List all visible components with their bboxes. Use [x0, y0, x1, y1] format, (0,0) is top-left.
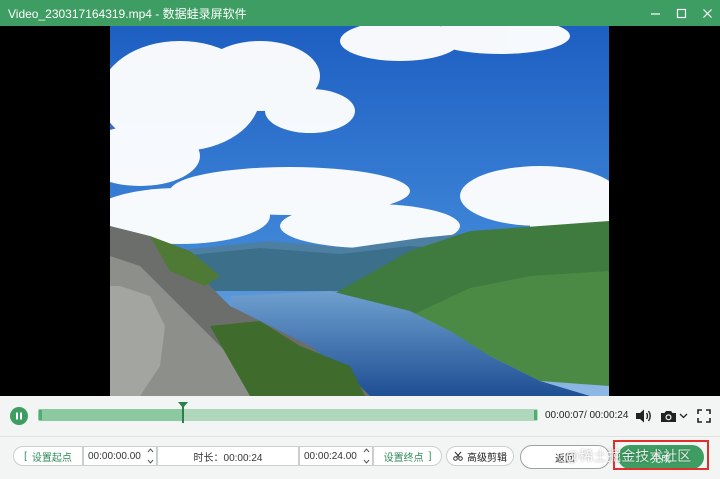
end-time-input[interactable]: 00:00:24.00	[299, 446, 373, 466]
bracket-right-icon: ]	[428, 450, 432, 462]
current-time: 00:00:07	[545, 410, 584, 421]
time-readout: 00:00:07/ 00:00:24	[545, 410, 628, 421]
chevron-down-icon	[679, 413, 688, 418]
advanced-edit-label: 高级剪辑	[467, 452, 507, 464]
set-end-button[interactable]: 设置终点 ]	[373, 446, 442, 466]
advanced-edit-button[interactable]: 高级剪辑	[446, 446, 514, 466]
landscape-image	[110, 26, 609, 396]
screenshot-options-dropdown[interactable]	[679, 407, 688, 424]
close-button[interactable]	[694, 0, 720, 26]
window-title: Video_230317164319.mp4 - 数据蛙录屏软件	[8, 6, 247, 21]
chevron-up-icon	[147, 448, 153, 453]
camera-icon	[661, 410, 676, 422]
minimize-icon	[650, 12, 660, 15]
set-end-label: 设置终点	[383, 452, 424, 464]
start-time-stepper[interactable]	[146, 448, 154, 464]
scissors-icon	[453, 451, 463, 461]
watermark-text: @稀土掘金技术社区	[565, 448, 692, 464]
title-bar: Video_230317164319.mp4 - 数据蛙录屏软件	[0, 0, 720, 26]
chevron-up-icon	[363, 448, 369, 453]
pause-icon	[16, 412, 22, 420]
screenshot-button[interactable]	[660, 407, 677, 424]
maximize-icon	[676, 8, 686, 18]
video-viewport[interactable]	[0, 26, 720, 396]
close-icon	[702, 8, 712, 18]
maximize-button[interactable]	[668, 0, 694, 26]
progress-track[interactable]	[38, 409, 538, 421]
window-controls	[642, 0, 720, 26]
set-start-label: 设置起点	[31, 452, 72, 464]
playhead-line	[182, 407, 184, 423]
end-time-stepper[interactable]	[362, 448, 370, 464]
duration-label: 时长：00:00:24	[193, 452, 263, 464]
fullscreen-icon	[697, 408, 711, 423]
video-frame	[110, 26, 609, 396]
end-handle[interactable]	[534, 410, 537, 420]
bracket-left-icon: [	[24, 450, 27, 462]
playback-controls: 00:00:07/ 00:00:24	[0, 396, 720, 436]
progress-fill	[38, 409, 183, 421]
start-time-input[interactable]: 00:00:00.00	[83, 446, 157, 466]
minimize-button[interactable]	[642, 0, 668, 26]
volume-icon	[636, 409, 651, 422]
chevron-down-icon	[147, 459, 153, 464]
chevron-down-icon	[363, 459, 369, 464]
end-time-value: 00:00:24.00	[304, 450, 357, 462]
fullscreen-button[interactable]	[697, 407, 711, 424]
start-time-value: 00:00:00.00	[88, 450, 141, 462]
duration-display: 时长：00:00:24	[157, 446, 299, 466]
volume-button[interactable]	[635, 407, 653, 424]
pause-button[interactable]	[10, 407, 28, 425]
start-handle[interactable]	[39, 410, 42, 420]
set-start-button[interactable]: [ 设置起点	[13, 446, 83, 466]
total-time: / 00:00:24	[583, 410, 629, 421]
